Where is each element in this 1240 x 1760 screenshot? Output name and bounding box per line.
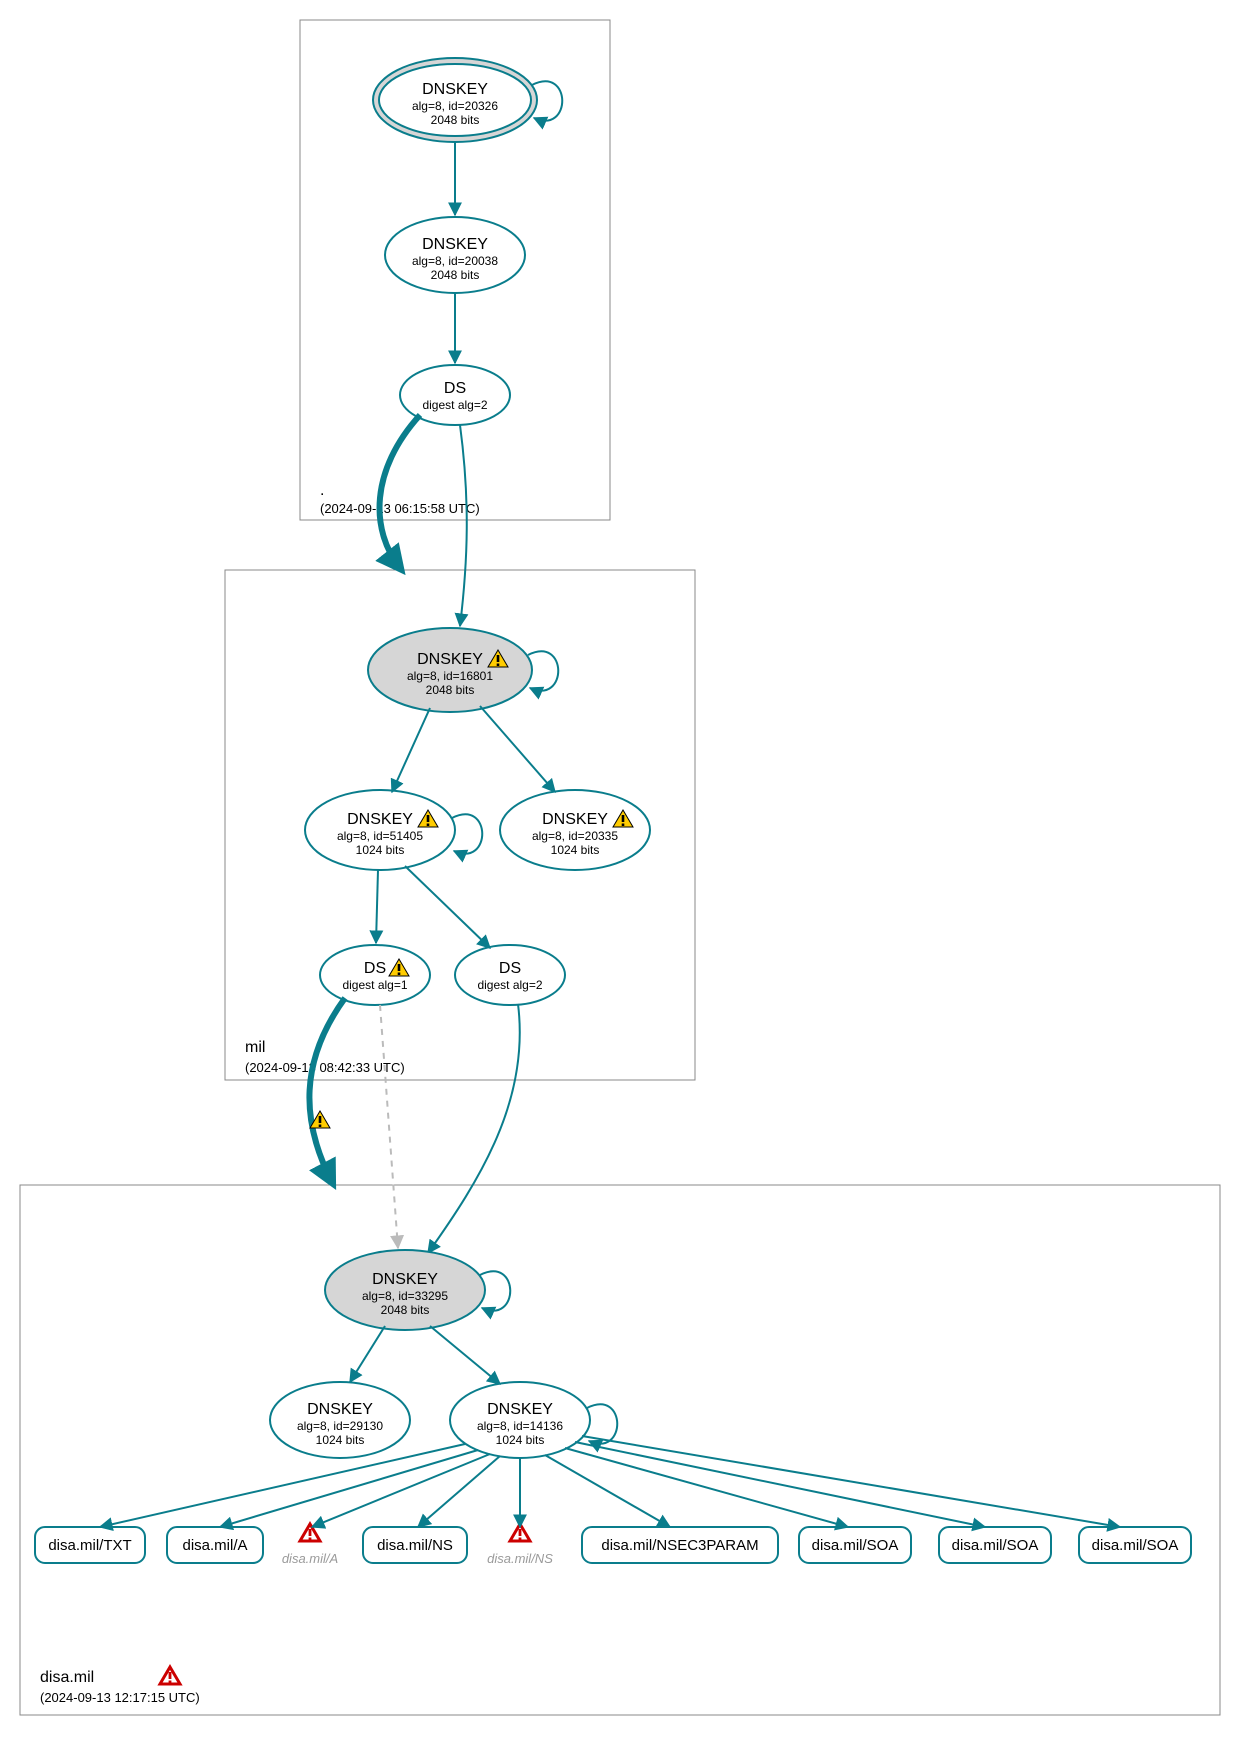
svg-text:alg=8, id=29130: alg=8, id=29130 — [297, 1419, 383, 1433]
svg-text:(2024-09-13 08:42:33 UTC): (2024-09-13 08:42:33 UTC) — [245, 1060, 405, 1075]
rr-txt[interactable]: disa.mil/TXT — [35, 1527, 145, 1563]
svg-text:alg=8, id=20335: alg=8, id=20335 — [532, 829, 618, 843]
rr-a-err[interactable]: disa.mil/A — [282, 1524, 338, 1566]
svg-text:DNSKEY: DNSKEY — [417, 651, 483, 668]
edge-milksk-zsk1 — [392, 708, 430, 792]
zone-root-label: . — [320, 482, 324, 499]
edge-disaksk-zsk2 — [430, 1326, 500, 1384]
rr-soa1[interactable]: disa.mil/SOA — [799, 1527, 911, 1563]
edge-rootds-milbox-thick — [380, 415, 420, 568]
svg-text:2048 bits: 2048 bits — [381, 1303, 430, 1317]
svg-text:1024 bits: 1024 bits — [316, 1433, 365, 1447]
svg-text:DNSKEY: DNSKEY — [372, 1271, 438, 1288]
edge-rootds-milksk — [460, 425, 467, 626]
zone-disa: disa.mil (2024-09-13 12:17:15 UTC) — [20, 1185, 1220, 1715]
svg-text:2048 bits: 2048 bits — [426, 683, 475, 697]
rr-nsec3param[interactable]: disa.mil/NSEC3PARAM — [582, 1527, 778, 1563]
edge-zsk2-soa2 — [575, 1442, 985, 1527]
node-mil-zsk2[interactable]: DNSKEY alg=8, id=20335 1024 bits — [500, 790, 650, 870]
edge-milds1-disaksk-dashed — [380, 1005, 398, 1248]
node-mil-ds2[interactable]: DS digest alg=2 — [455, 945, 565, 1005]
svg-text:DNSKEY: DNSKEY — [422, 236, 488, 253]
rr-ns[interactable]: disa.mil/NS — [363, 1527, 467, 1563]
svg-text:1024 bits: 1024 bits — [356, 843, 405, 857]
svg-text:alg=8, id=51405: alg=8, id=51405 — [337, 829, 423, 843]
edge-milds2-disaksk — [428, 1004, 520, 1253]
error-icon — [160, 1667, 180, 1684]
svg-text:DS: DS — [364, 960, 386, 977]
rr-ns-err[interactable]: disa.mil/NS — [487, 1524, 553, 1566]
edge-zsk2-soa1 — [565, 1448, 848, 1527]
svg-text:DNSKEY: DNSKEY — [347, 811, 413, 828]
node-line3: 2048 bits — [431, 113, 480, 127]
edge-zsk2-a — [220, 1450, 478, 1527]
svg-text:alg=8, id=16801: alg=8, id=16801 — [407, 669, 493, 683]
svg-text:disa.mil/SOA: disa.mil/SOA — [952, 1537, 1039, 1554]
svg-text:1024 bits: 1024 bits — [551, 843, 600, 857]
edge-zsk2-n3p — [545, 1455, 670, 1527]
svg-text:alg=8, id=20038: alg=8, id=20038 — [412, 254, 498, 268]
svg-text:alg=8, id=14136: alg=8, id=14136 — [477, 1419, 563, 1433]
rr-a[interactable]: disa.mil/A — [167, 1527, 263, 1563]
node-title: DNSKEY — [422, 81, 488, 98]
rr-soa2[interactable]: disa.mil/SOA — [939, 1527, 1051, 1563]
svg-text:DNSKEY: DNSKEY — [487, 1401, 553, 1418]
svg-text:disa.mil/A: disa.mil/A — [282, 1551, 338, 1566]
svg-text:2048 bits: 2048 bits — [431, 268, 480, 282]
svg-text:disa.mil/NSEC3PARAM: disa.mil/NSEC3PARAM — [601, 1537, 758, 1554]
svg-text:digest alg=2: digest alg=2 — [477, 978, 542, 992]
rr-soa3[interactable]: disa.mil/SOA — [1079, 1527, 1191, 1563]
node-disa-zsk1[interactable]: DNSKEY alg=8, id=29130 1024 bits — [270, 1382, 410, 1458]
node-mil-ds1[interactable]: DS digest alg=1 — [320, 945, 430, 1005]
svg-text:(2024-09-13 12:17:15 UTC): (2024-09-13 12:17:15 UTC) — [40, 1690, 200, 1705]
node-mil-ksk[interactable]: DNSKEY alg=8, id=16801 2048 bits — [368, 628, 532, 712]
svg-text:digest alg=2: digest alg=2 — [422, 398, 487, 412]
svg-text:DS: DS — [444, 380, 466, 397]
svg-text:disa.mil/NS: disa.mil/NS — [377, 1537, 453, 1554]
svg-text:disa.mil: disa.mil — [40, 1669, 94, 1686]
svg-text:disa.mil/SOA: disa.mil/SOA — [1092, 1537, 1179, 1554]
svg-text:disa.mil/SOA: disa.mil/SOA — [812, 1537, 899, 1554]
selfloop-mil-zsk1 — [452, 814, 482, 853]
node-disa-ksk[interactable]: DNSKEY alg=8, id=33295 2048 bits — [325, 1250, 485, 1330]
svg-text:disa.mil/A: disa.mil/A — [182, 1537, 247, 1554]
edge-milzsk1-ds2 — [405, 866, 490, 948]
edge-milksk-zsk2 — [480, 706, 555, 792]
edge-zsk2-aerr — [312, 1454, 490, 1527]
zone-root-timestamp: (2024-09-13 06:15:58 UTC) — [320, 501, 480, 516]
svg-text:DNSKEY: DNSKEY — [307, 1401, 373, 1418]
node-mil-zsk1[interactable]: DNSKEY alg=8, id=51405 1024 bits — [305, 790, 455, 870]
error-icon — [300, 1524, 320, 1541]
svg-text:mil: mil — [245, 1039, 265, 1056]
node-root-zsk[interactable]: DNSKEY alg=8, id=20038 2048 bits — [385, 217, 525, 293]
edge-zsk2-soa3 — [582, 1436, 1120, 1527]
svg-text:DS: DS — [499, 960, 521, 977]
node-disa-zsk2[interactable]: DNSKEY alg=8, id=14136 1024 bits — [450, 1382, 590, 1458]
edge-zsk2-txt — [100, 1444, 465, 1527]
node-root-ksk[interactable]: DNSKEY alg=8, id=20326 2048 bits — [373, 58, 537, 142]
edge-disaksk-zsk1 — [350, 1326, 385, 1382]
svg-text:disa.mil/TXT: disa.mil/TXT — [48, 1537, 131, 1554]
svg-text:alg=8, id=33295: alg=8, id=33295 — [362, 1289, 448, 1303]
edge-milds1-disabox-thick — [309, 998, 345, 1182]
svg-text:DNSKEY: DNSKEY — [542, 811, 608, 828]
edge-milzsk1-ds1 — [376, 870, 378, 943]
node-line2: alg=8, id=20326 — [412, 99, 498, 113]
svg-text:disa.mil/NS: disa.mil/NS — [487, 1551, 553, 1566]
svg-text:1024 bits: 1024 bits — [496, 1433, 545, 1447]
svg-text:digest alg=1: digest alg=1 — [342, 978, 407, 992]
